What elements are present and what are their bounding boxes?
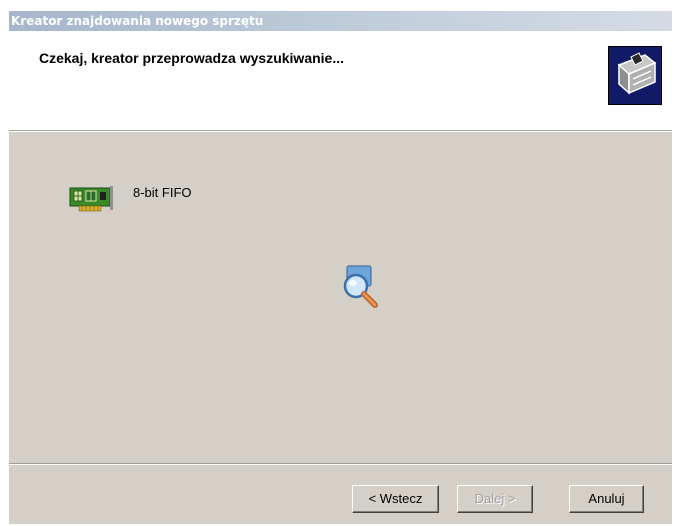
next-button[interactable]: Dalej >	[457, 485, 533, 513]
wizard-window: Kreator znajdowania nowego sprzętu Czeka…	[8, 10, 672, 524]
title-bar: Kreator znajdowania nowego sprzętu	[9, 11, 672, 31]
footer-divider	[9, 463, 672, 465]
header-title: Czekaj, kreator przeprowadza wyszukiwani…	[39, 50, 344, 66]
pci-card-icon	[67, 183, 115, 219]
search-magnifier-icon	[341, 264, 381, 308]
device-name: 8-bit FIFO	[133, 185, 192, 200]
back-button[interactable]: < Wstecz	[352, 485, 439, 513]
header-divider	[9, 130, 672, 132]
wizard-header: Czekaj, kreator przeprowadza wyszukiwani…	[9, 31, 672, 130]
cancel-button[interactable]: Anuluj	[569, 485, 644, 513]
hardware-wizard-icon	[608, 46, 662, 105]
